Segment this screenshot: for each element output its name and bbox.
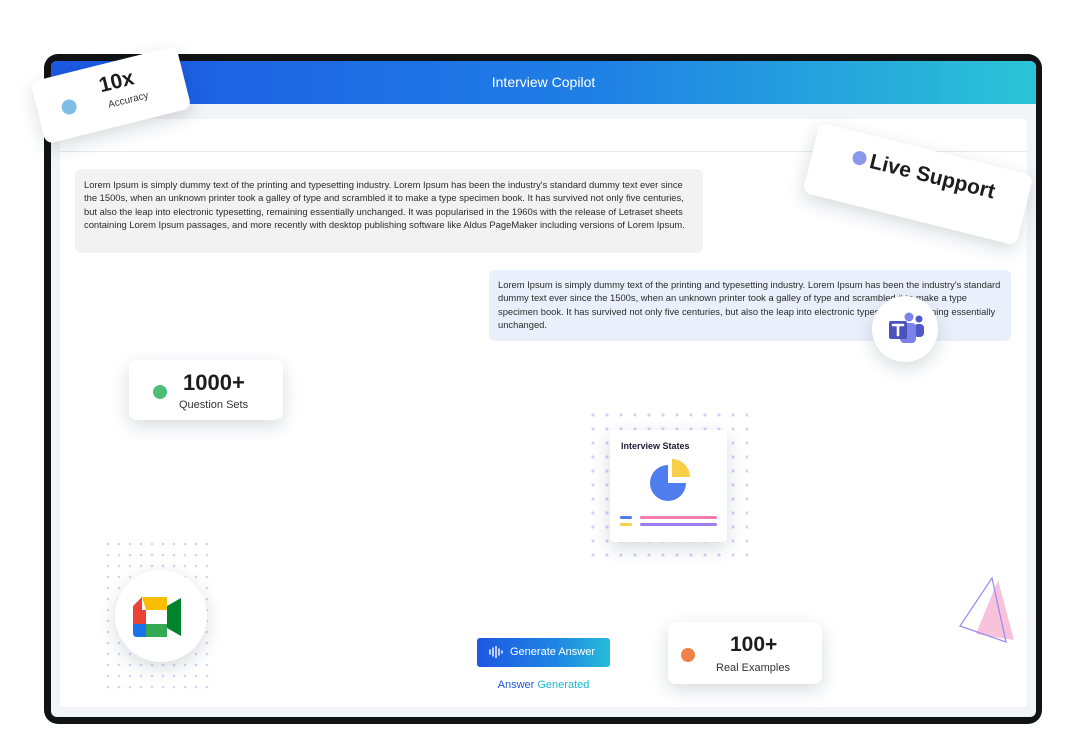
teams-integration — [872, 296, 938, 362]
generate-answer-label: Generate Answer — [510, 646, 595, 658]
google-meet-integration — [115, 570, 207, 662]
answer-status: Answer Generated — [477, 679, 610, 691]
interview-states-card: Interview States — [610, 430, 727, 542]
status-dot — [851, 149, 869, 167]
legend-line-pink — [640, 516, 717, 519]
answer-status-word-1: Answer — [497, 679, 535, 691]
real-examples-label: Real Examples — [716, 662, 790, 674]
google-meet-icon — [133, 597, 181, 637]
waveform-icon — [489, 646, 503, 658]
status-dot — [60, 97, 79, 117]
message-bubble-left: Lorem Ipsum is simply dummy text of the … — [75, 169, 703, 253]
title-bar: Interview Copilot — [51, 61, 1036, 104]
real-examples-badge: 100+ Real Examples — [668, 622, 822, 684]
legend-swatch-yellow — [620, 523, 632, 526]
status-dot — [153, 385, 167, 399]
question-sets-label: Question Sets — [179, 399, 249, 411]
window-title: Interview Copilot — [491, 74, 596, 90]
status-dot — [681, 648, 695, 662]
question-sets-value: 1000+ — [183, 370, 245, 395]
legend-line-purple — [640, 523, 717, 526]
states-card-title: Interview States — [621, 441, 690, 451]
legend-swatch-blue — [620, 516, 632, 519]
answer-status-word-2: Generated — [537, 679, 590, 691]
generate-answer-button[interactable]: Generate Answer — [477, 638, 610, 667]
decorative-triangles — [958, 576, 1014, 643]
real-examples-value: 100+ — [730, 633, 778, 656]
question-sets-badge: 1000+ Question Sets — [129, 360, 283, 420]
microsoft-teams-icon — [889, 312, 924, 343]
pie-chart-icon — [650, 459, 690, 501]
